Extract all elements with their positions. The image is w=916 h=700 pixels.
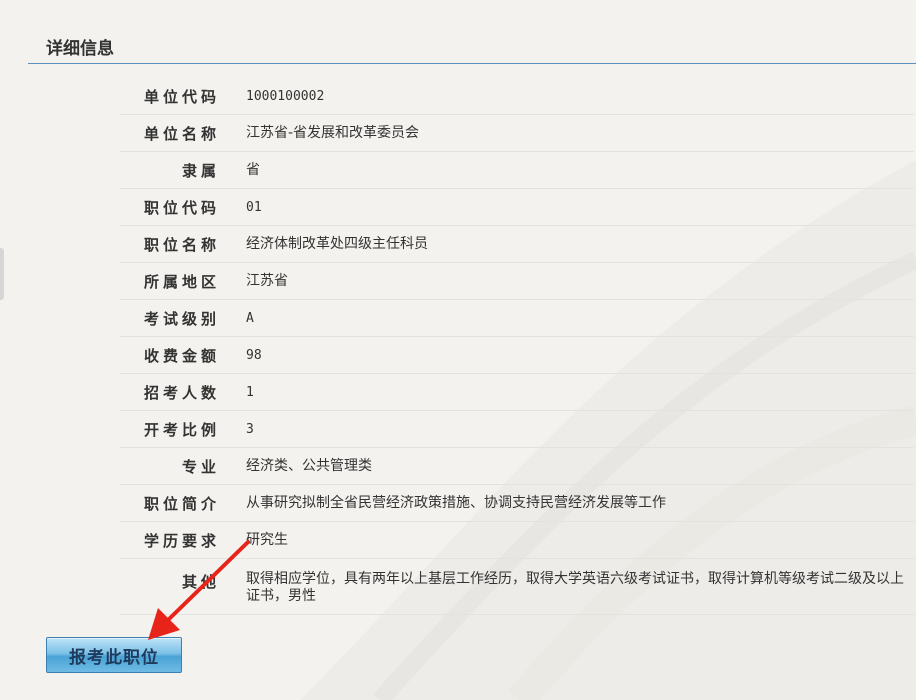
detail-value-other: 取得相应学位，具有两年以上基层工作经历，取得大学英语六级考试证书，取得计算机等级… bbox=[246, 571, 904, 604]
detail-value-education: 研究生 bbox=[246, 531, 288, 548]
detail-value-position-intro: 从事研究拟制全省民营经济政策措施、协调支持民营经济发展等工作 bbox=[246, 494, 666, 511]
details-table: 单位代码 1000100002 单位名称 江苏省-省发展和改革委员会隶属 省职位代码 01… bbox=[120, 78, 914, 615]
detail-label-affiliation: 隶属 bbox=[181, 161, 220, 180]
detail-row-recruit-count: 招考人数 1 bbox=[120, 374, 914, 411]
detail-label-position-intro: 职位简介 bbox=[143, 494, 220, 513]
detail-row-position-intro: 职位简介 从事研究拟制全省民营经济政策措施、协调支持民营经济发展等工作 bbox=[120, 485, 914, 522]
detail-label-education: 学历要求 bbox=[143, 531, 220, 550]
detail-label-position-name: 职位名称 bbox=[143, 235, 220, 254]
detail-row-fee: 收费金额 98 bbox=[120, 337, 914, 374]
detail-value-exam-ratio: 3 bbox=[246, 421, 254, 437]
detail-value-position-code: 01 bbox=[246, 199, 262, 215]
detail-row-unit-name: 单位名称 江苏省-省发展和改革委员会 bbox=[120, 115, 914, 152]
detail-label-region: 所属地区 bbox=[143, 272, 220, 291]
apply-position-button[interactable]: 报考此职位 bbox=[46, 637, 182, 673]
detail-row-affiliation: 隶属 省 bbox=[120, 152, 914, 189]
detail-row-region: 所属地区 江苏省 bbox=[120, 263, 914, 300]
detail-label-major: 专业 bbox=[181, 457, 220, 476]
detail-label-other: 其他 bbox=[181, 573, 220, 591]
detail-value-region: 江苏省 bbox=[246, 272, 288, 289]
detail-row-other: 其他 取得相应学位，具有两年以上基层工作经历，取得大学英语六级考试证书，取得计算机… bbox=[120, 559, 914, 615]
detail-row-exam-ratio: 开考比例 3 bbox=[120, 411, 914, 448]
page-title: 详细信息 bbox=[46, 39, 114, 59]
section-header: 详细信息 bbox=[28, 24, 916, 64]
page: 详细信息 单位代码 1000100002 单位名称 江苏省-省发展和改革委员会 隶属省职… bbox=[0, 0, 916, 700]
detail-value-affiliation: 省 bbox=[246, 161, 260, 178]
detail-label-unit-code: 单位代码 bbox=[143, 87, 220, 106]
detail-value-position-name: 经济体制改革处四级主任科员 bbox=[246, 235, 428, 252]
detail-value-recruit-count: 1 bbox=[246, 384, 254, 400]
detail-value-fee: 98 bbox=[246, 347, 262, 363]
detail-label-exam-level: 考试级别 bbox=[143, 309, 220, 328]
detail-label-exam-ratio: 开考比例 bbox=[143, 420, 220, 439]
detail-label-recruit-count: 招考人数 bbox=[143, 383, 220, 402]
detail-row-unit-code: 单位代码 1000100002 bbox=[120, 78, 914, 115]
detail-value-unit-code: 1000100002 bbox=[246, 88, 325, 104]
detail-row-exam-level: 考试级别 A bbox=[120, 300, 914, 337]
detail-row-education: 学历要求 研究生 bbox=[120, 522, 914, 559]
detail-row-position-code: 职位代码 01 bbox=[120, 189, 914, 226]
detail-row-major: 专业 经济类、公共管理类 bbox=[120, 448, 914, 485]
detail-value-exam-level: A bbox=[246, 310, 254, 326]
detail-row-position-name: 职位名称 经济体制改革处四级主任科员 bbox=[120, 226, 914, 263]
detail-value-unit-name: 江苏省-省发展和改革委员会 bbox=[246, 124, 420, 141]
detail-label-unit-name: 单位名称 bbox=[143, 124, 220, 143]
side-scroll-tab[interactable] bbox=[0, 248, 4, 300]
detail-value-major: 经济类、公共管理类 bbox=[246, 457, 372, 474]
detail-label-fee: 收费金额 bbox=[143, 346, 220, 365]
detail-label-position-code: 职位代码 bbox=[143, 198, 220, 217]
